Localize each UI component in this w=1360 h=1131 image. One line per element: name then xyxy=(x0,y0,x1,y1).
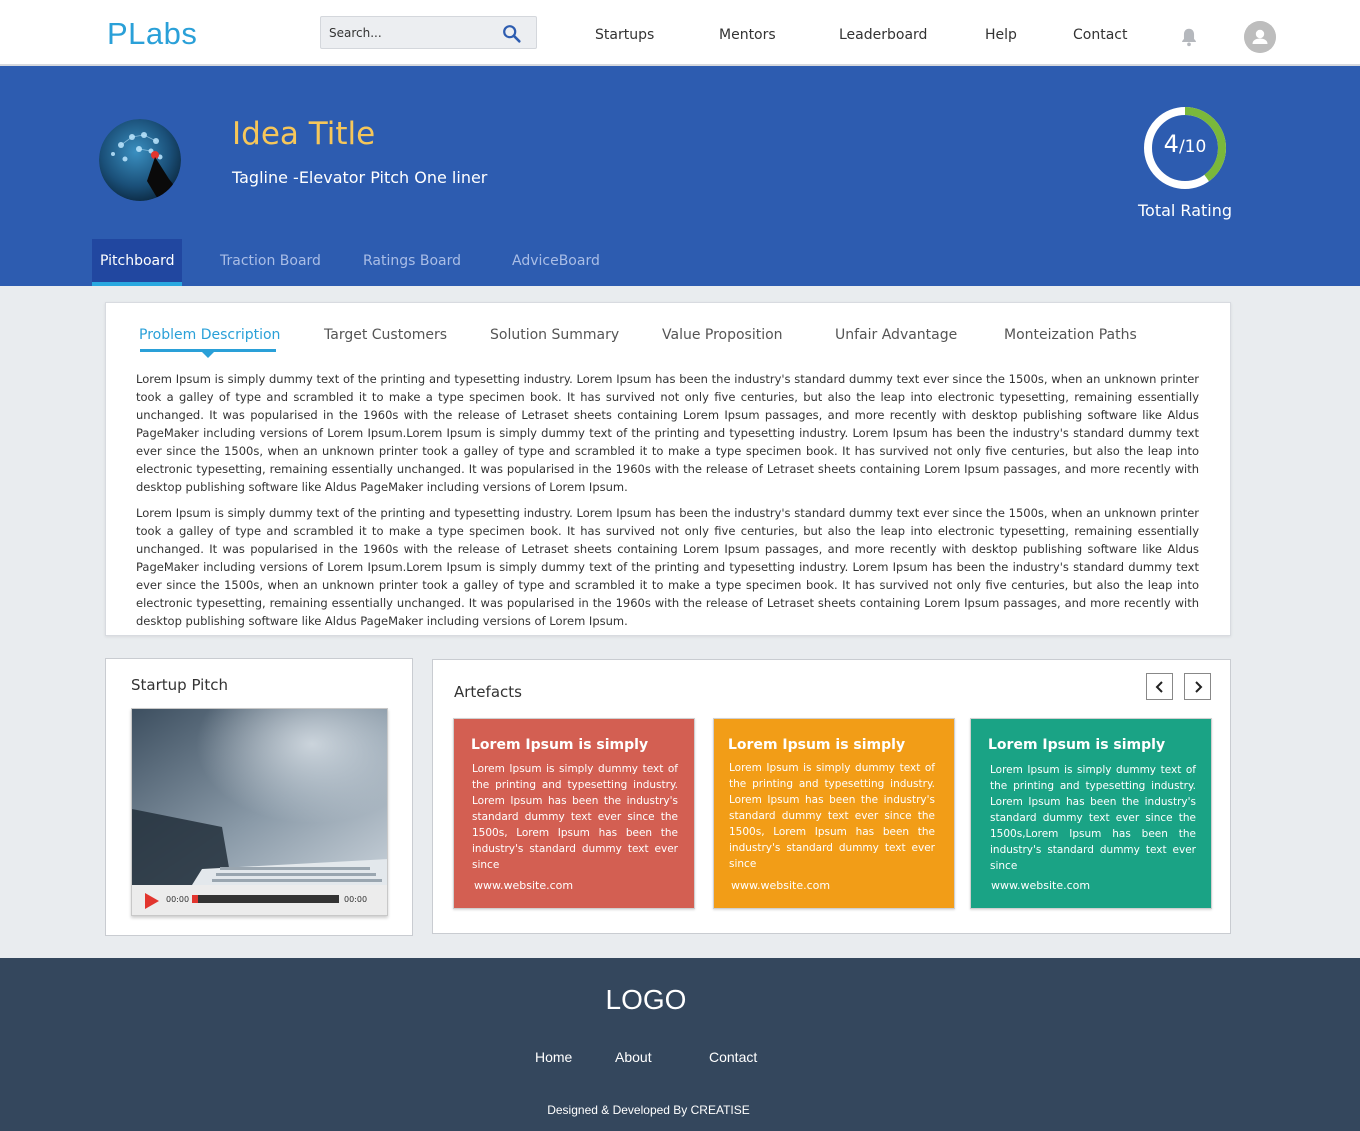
startup-pitch-card: Startup Pitch 00:00 00:00 xyxy=(105,658,413,936)
artefact-title: Lorem Ipsum is simply xyxy=(728,737,906,753)
caret-down-icon xyxy=(202,352,214,358)
chevron-left-icon xyxy=(1155,681,1163,693)
rating-score: 4 xyxy=(1163,130,1179,158)
nav-help[interactable]: Help xyxy=(985,27,1017,43)
problem-paragraph: Lorem Ipsum is simply dummy text of the … xyxy=(136,372,1199,494)
rating-max: /10 xyxy=(1178,137,1207,157)
artefact-card[interactable]: Lorem Ipsum is simply Lorem Ipsum is sim… xyxy=(970,718,1212,909)
play-icon[interactable] xyxy=(145,893,159,909)
current-time: 00:00 xyxy=(166,895,190,904)
bell-icon[interactable] xyxy=(1178,26,1200,48)
artefacts-title: Artefacts xyxy=(454,683,522,701)
footer-credit: Designed & Developed By CREATISE xyxy=(547,1103,750,1117)
prev-button[interactable] xyxy=(1146,673,1173,700)
subtab-unfair-advantage[interactable]: Unfair Advantage xyxy=(835,327,957,343)
pitchboard-panel: Problem Description Target Customers Sol… xyxy=(105,302,1231,636)
rating-label: Total Rating xyxy=(1137,201,1233,220)
tab-pitchboard[interactable]: Pitchboard xyxy=(92,239,182,286)
next-button[interactable] xyxy=(1184,673,1211,700)
footer: LOGO Home About Contact Designed & Devel… xyxy=(0,958,1360,1131)
video-seek-bar[interactable] xyxy=(192,895,339,903)
artefact-link[interactable]: www.website.com xyxy=(991,879,1090,892)
idea-title: Idea Title xyxy=(232,116,376,152)
seek-progress xyxy=(192,895,198,903)
chevron-right-icon xyxy=(1195,681,1203,693)
artefact-link[interactable]: www.website.com xyxy=(474,879,573,892)
footer-link-about[interactable]: About xyxy=(615,1049,652,1065)
brand-logo[interactable]: PLabs xyxy=(107,16,197,52)
nav-startups[interactable]: Startups xyxy=(595,27,654,43)
search-input[interactable] xyxy=(329,22,499,44)
artefact-link[interactable]: www.website.com xyxy=(731,879,830,892)
subtab-solution-summary[interactable]: Solution Summary xyxy=(490,327,619,343)
nav-contact[interactable]: Contact xyxy=(1073,27,1127,43)
tab-ratings-board[interactable]: Ratings Board xyxy=(363,239,461,286)
artefact-description: Lorem Ipsum is simply dummy text of the … xyxy=(729,762,935,870)
footer-logo[interactable]: LOGO xyxy=(0,984,1292,1016)
search-icon[interactable] xyxy=(501,23,523,45)
subtab-value-proposition[interactable]: Value Proposition xyxy=(662,327,783,343)
video-thumbnail xyxy=(132,709,387,885)
subtab-monetization-paths[interactable]: Monteization Paths xyxy=(1004,327,1137,343)
tab-adviceboard[interactable]: AdviceBoard xyxy=(512,239,600,286)
search-box[interactable] xyxy=(320,16,537,49)
nav-leaderboard[interactable]: Leaderboard xyxy=(839,27,927,43)
artefact-card[interactable]: Lorem Ipsum is simply Lorem Ipsum is sim… xyxy=(453,718,695,909)
problem-paragraph: Lorem Ipsum is simply dummy text of the … xyxy=(136,506,1199,628)
artefact-description: Lorem Ipsum is simply dummy text of the … xyxy=(472,763,678,871)
user-avatar-icon[interactable] xyxy=(1244,21,1276,53)
total-time: 00:00 xyxy=(344,895,368,904)
idea-hero: Idea Title Tagline -Elevator Pitch One l… xyxy=(0,66,1360,286)
tab-traction-board[interactable]: Traction Board xyxy=(220,239,321,286)
footer-link-contact[interactable]: Contact xyxy=(709,1049,757,1065)
artefact-description: Lorem Ipsum is simply dummy text of the … xyxy=(990,764,1196,872)
idea-logo-image xyxy=(99,119,181,201)
pitch-video-player[interactable]: 00:00 00:00 xyxy=(131,708,388,916)
artefact-title: Lorem Ipsum is simply xyxy=(471,737,649,753)
artefact-title: Lorem Ipsum is simply xyxy=(988,737,1166,753)
artefact-card[interactable]: Lorem Ipsum is simply Lorem Ipsum is sim… xyxy=(713,718,955,909)
video-controls: 00:00 00:00 xyxy=(132,885,387,915)
nav-mentors[interactable]: Mentors xyxy=(719,27,776,43)
rating-value: 4/10 xyxy=(1142,130,1228,158)
artefacts-card: Artefacts Lorem Ipsum is simply Lorem Ip… xyxy=(432,659,1231,934)
subtab-problem-description[interactable]: Problem Description xyxy=(139,327,280,343)
footer-link-home[interactable]: Home xyxy=(535,1049,572,1065)
top-navbar: PLabs Startups Mentors Leaderboard Help … xyxy=(0,0,1360,66)
startup-pitch-title: Startup Pitch xyxy=(131,676,228,694)
subtab-target-customers[interactable]: Target Customers xyxy=(324,327,447,343)
idea-tagline: Tagline -Elevator Pitch One liner xyxy=(232,168,488,187)
